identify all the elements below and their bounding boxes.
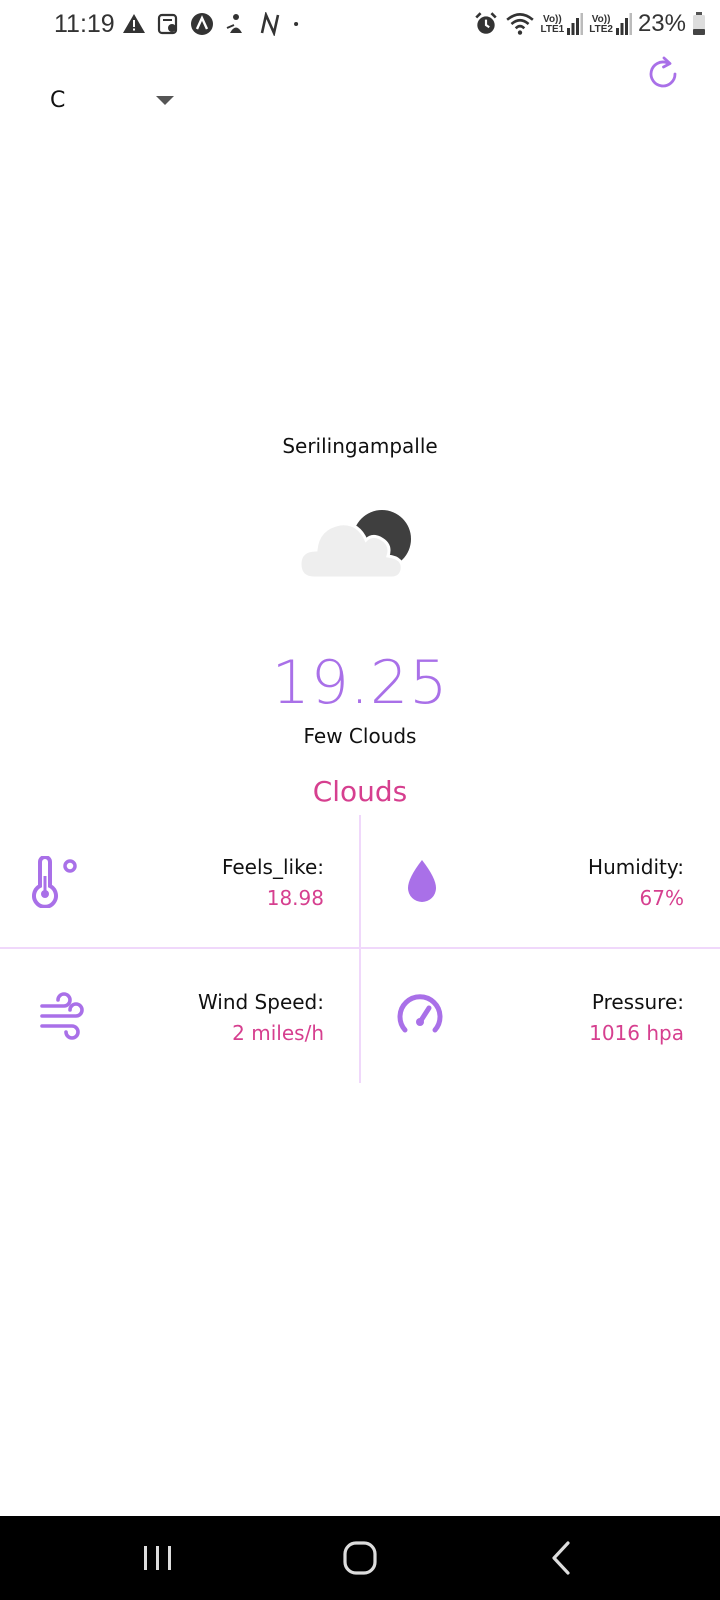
battery-percent: 23% xyxy=(637,10,686,37)
grid-divider-horizontal xyxy=(0,947,720,949)
notification-icons xyxy=(122,12,306,36)
system-nav-bar xyxy=(0,1516,720,1600)
battery-icon xyxy=(693,12,705,35)
wind-icon xyxy=(40,992,84,1040)
back-button[interactable] xyxy=(542,1538,582,1578)
humidity-value: 67% xyxy=(639,886,684,910)
status-right-icons: Vo)) LTE1 Vo)) LTE2 23% xyxy=(473,10,706,38)
unit-value: C xyxy=(50,87,66,113)
app-logo-icon xyxy=(191,13,213,35)
sim1-label: LTE1 xyxy=(540,24,565,35)
sim2-label: LTE2 xyxy=(589,24,613,35)
home-button[interactable] xyxy=(340,1538,380,1578)
n-app-icon xyxy=(260,12,280,36)
news-icon xyxy=(157,13,178,35)
unit-dropdown[interactable]: C xyxy=(50,84,190,116)
humidity-label: Humidity: xyxy=(588,855,684,879)
refresh-button[interactable] xyxy=(645,56,681,92)
wind-speed-value: 2 miles/h xyxy=(232,1021,324,1045)
alarm-icon xyxy=(474,12,497,34)
pressure-label: Pressure: xyxy=(591,990,684,1014)
feels-like-value: 18.98 xyxy=(266,886,324,910)
feels-like-label: Feels_like: xyxy=(221,855,324,879)
wind-speed-label: Wind Speed: xyxy=(197,990,324,1014)
meditation-icon xyxy=(226,14,242,33)
temperature: 19.25 xyxy=(271,648,449,718)
recent-apps-button[interactable] xyxy=(138,1538,178,1578)
water-drop-icon xyxy=(408,860,436,902)
sim2-signal: Vo)) LTE2 xyxy=(589,13,632,35)
few-clouds-night-icon xyxy=(300,510,411,580)
dropdown-arrow-icon xyxy=(156,95,174,105)
sim1-signal: Vo)) LTE1 xyxy=(541,13,584,35)
warning-icon xyxy=(123,14,145,33)
thermometer-icon xyxy=(32,856,77,908)
status-bar: 11:19 Vo)) LTE1 Vo)) LTE2 23% xyxy=(0,0,720,52)
signal-bars-icon xyxy=(567,13,584,35)
grid-divider-vertical xyxy=(359,815,361,1083)
status-time: 11:19 xyxy=(54,10,115,38)
more-notifications-dot-icon xyxy=(294,21,299,27)
speedometer-icon xyxy=(397,994,443,1033)
location-name: Serilingampalle xyxy=(282,434,438,458)
signal-bars-roaming-icon xyxy=(615,13,632,35)
wifi-icon xyxy=(505,13,534,35)
weather-main: Clouds xyxy=(312,775,408,808)
pressure-value: 1016 hpa xyxy=(589,1021,684,1045)
weather-description: Few Clouds xyxy=(303,724,417,748)
